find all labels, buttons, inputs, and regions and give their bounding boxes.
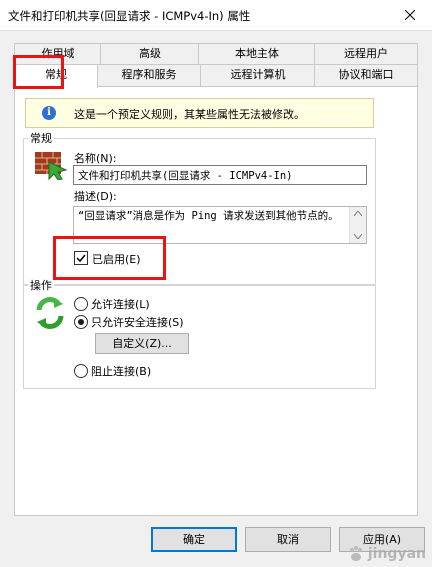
tab-general[interactable]: 常规: [14, 64, 98, 88]
description-field[interactable]: “回显请求”消息是作为 Ping 请求发送到其他节点的。: [73, 206, 367, 244]
description-text: “回显请求”消息是作为 Ping 请求发送到其他节点的。: [78, 210, 339, 222]
name-label: 名称(N):: [74, 152, 117, 165]
radio-selected-dot: [78, 319, 84, 325]
ok-button[interactable]: 确定: [151, 527, 237, 552]
tab-protocols-ports[interactable]: 协议和端口: [314, 64, 418, 87]
scroll-up-icon: [354, 211, 362, 216]
allow-secure-radio[interactable]: [74, 315, 88, 329]
info-text: 这是一个预定义规则，其某些属性无法被修改。: [74, 108, 305, 121]
tab-advanced[interactable]: 高级: [100, 43, 200, 65]
action-group-label: 操作: [28, 277, 54, 293]
tab-scope[interactable]: 作用域: [14, 43, 102, 65]
allow-secure-label[interactable]: 只允许安全连接(S): [91, 314, 184, 330]
cancel-button[interactable]: 取消: [245, 527, 331, 552]
watermark-text: jingyan: [367, 546, 426, 562]
checkmark-icon: [76, 254, 86, 263]
watermark: jingyan: [347, 545, 426, 563]
firewall-rule-icon: [35, 152, 67, 180]
description-scrollbar[interactable]: [349, 207, 366, 243]
tab-remote-computers[interactable]: 远程计算机: [200, 64, 316, 87]
info-icon: i: [42, 106, 56, 120]
tab-programs-services[interactable]: 程序和服务: [96, 64, 202, 87]
tab-local-principals[interactable]: 本地主体: [198, 43, 316, 65]
close-icon: [405, 10, 415, 20]
info-bar: i 这是一个预定义规则，其某些属性无法被修改。: [25, 98, 374, 128]
action-arrows-icon: [36, 297, 64, 329]
general-group-label: 常规: [28, 130, 54, 146]
enabled-label[interactable]: 已启用(E): [92, 251, 141, 267]
close-button[interactable]: [388, 0, 432, 30]
name-field[interactable]: 文件和打印机共享(回显请求 - ICMPv4-In): [73, 165, 367, 185]
block-radio[interactable]: [74, 364, 88, 378]
tab-remote-users[interactable]: 远程用户: [314, 43, 418, 65]
paw-logo-icon: [349, 546, 362, 561]
enabled-checkbox[interactable]: [74, 251, 88, 265]
title-bar: 文件和打印机共享(回显请求 - ICMPv4-In) 属性: [0, 0, 432, 31]
allow-radio[interactable]: [74, 297, 88, 311]
window-title: 文件和打印机共享(回显请求 - ICMPv4-In) 属性: [8, 9, 251, 23]
description-label: 描述(D):: [74, 190, 117, 203]
block-label[interactable]: 阻止连接(B): [91, 363, 151, 379]
allow-label[interactable]: 允许连接(L): [91, 296, 150, 312]
scroll-down-icon: [354, 234, 362, 239]
customize-button[interactable]: 自定义(Z)...: [95, 333, 189, 354]
